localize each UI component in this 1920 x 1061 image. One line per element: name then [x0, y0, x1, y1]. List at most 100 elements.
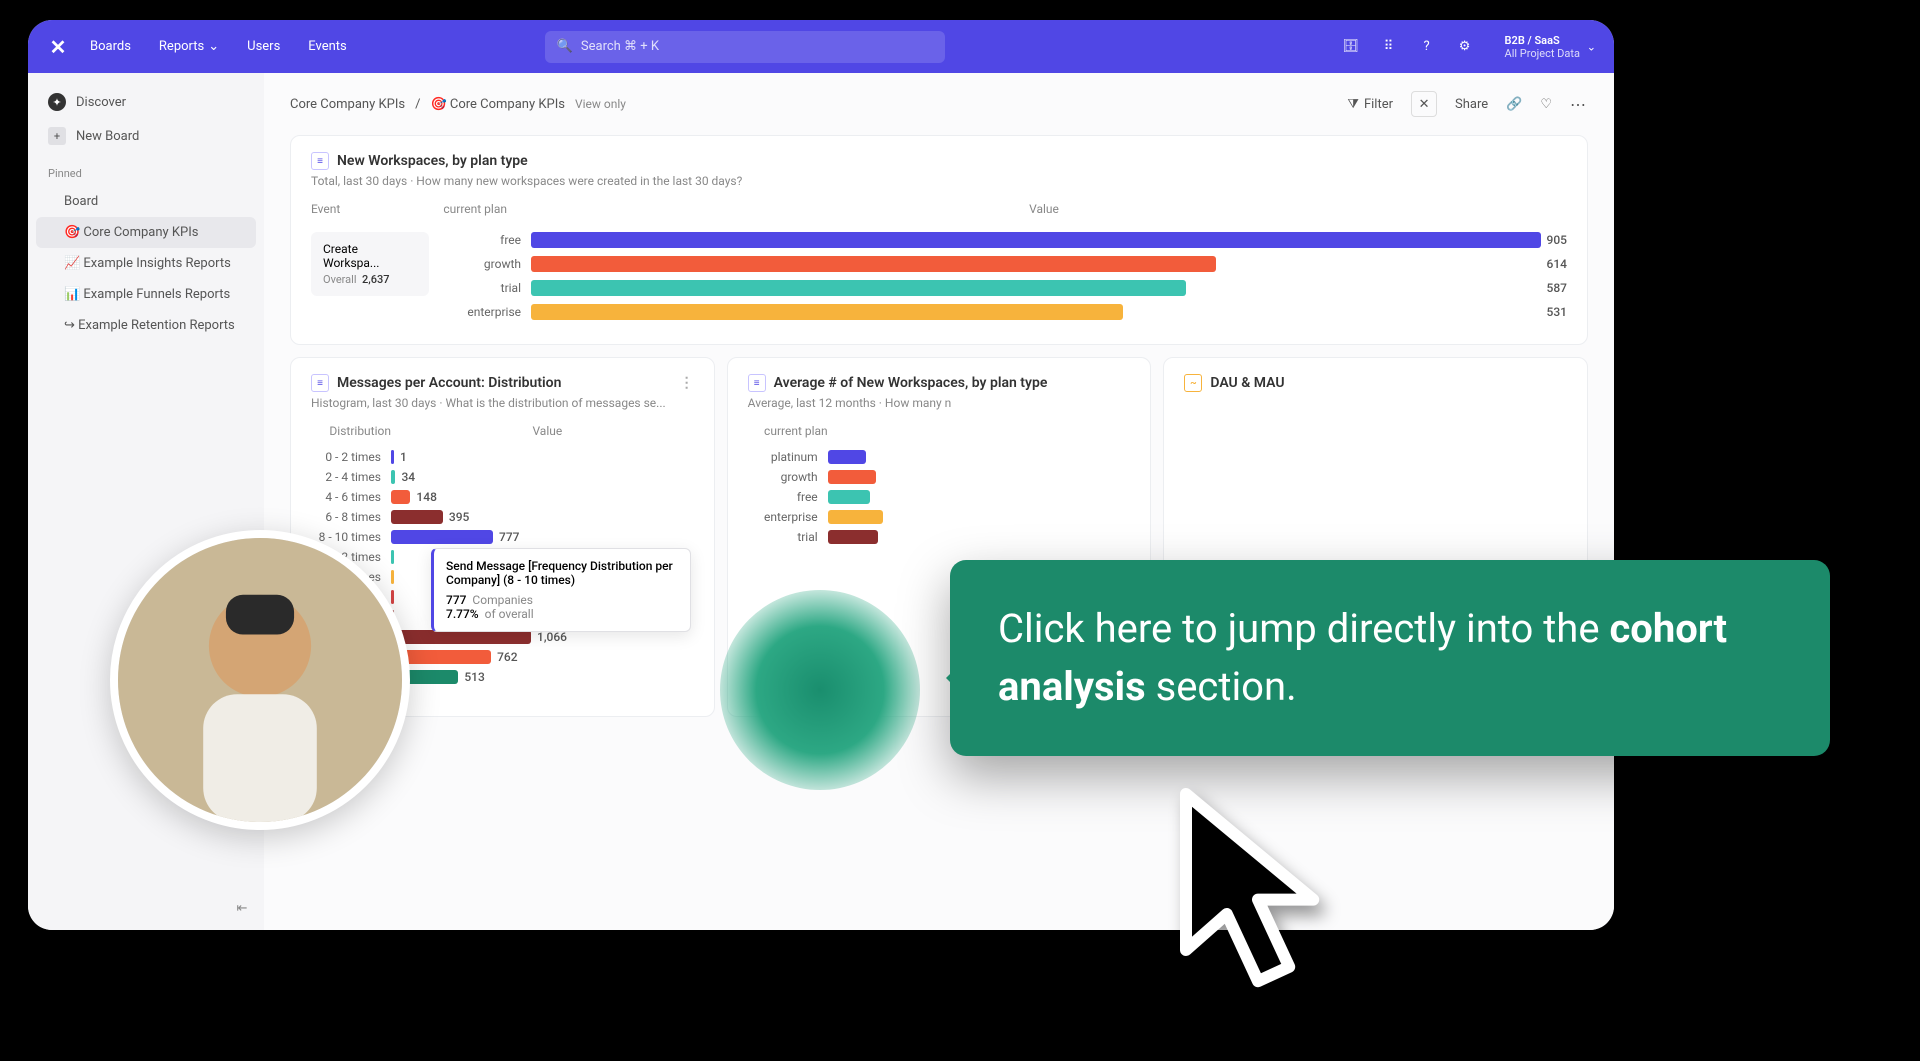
bar-label: platinum: [748, 450, 828, 464]
gear-icon[interactable]: ⚙: [1455, 37, 1475, 57]
bar-fill[interactable]: [391, 550, 394, 564]
bar-fill[interactable]: [391, 570, 394, 584]
sidebar-board[interactable]: Board: [36, 186, 256, 217]
bar-label: growth: [748, 470, 828, 484]
card1-bars: free905growth614trial587enterprise531: [441, 232, 1567, 328]
nav-boards[interactable]: Boards: [90, 39, 131, 54]
sidebar-insights[interactable]: 📈 Example Insights Reports: [36, 248, 256, 279]
chart-icon: ~: [1184, 374, 1202, 392]
bar-label: 8 - 10 times: [311, 530, 391, 544]
bar-value: 1,066: [537, 630, 567, 644]
bar-label: 0 - 2 times: [311, 450, 391, 464]
sidebar-newboard-label: New Board: [76, 129, 139, 144]
bar-label: trial: [441, 281, 531, 295]
link-icon[interactable]: 🔗: [1506, 97, 1522, 112]
bar-fill[interactable]: [391, 630, 531, 644]
share-button[interactable]: Share: [1455, 97, 1488, 112]
tooltip-v1: 777: [446, 593, 466, 607]
expand-button[interactable]: ✕: [1411, 91, 1437, 117]
bar-value: 777: [499, 530, 519, 544]
bar-value: 762: [497, 650, 517, 664]
header-event: Event: [311, 202, 441, 216]
header-value2: Value: [401, 424, 694, 438]
toolbar: ⧩Filter ✕ Share 🔗 ♡ ⋯: [1347, 91, 1588, 117]
project-sub: All Project Data: [1505, 47, 1580, 60]
callout-tooltip[interactable]: Click here to jump directly into the coh…: [950, 560, 1830, 756]
bar-fill[interactable]: [531, 232, 1541, 248]
plus-icon: +: [48, 127, 66, 145]
card3-bars: platinumgrowthfreeenterprisetrial: [748, 450, 1131, 544]
help-icon[interactable]: ?: [1417, 37, 1437, 57]
apps-icon[interactable]: ⠿: [1379, 37, 1399, 57]
sidebar-discover-label: Discover: [76, 95, 126, 110]
nav-reports[interactable]: Reports ⌄: [159, 39, 219, 54]
card2-title: Messages per Account: Distribution: [337, 375, 561, 391]
bar-label: growth: [441, 257, 531, 271]
sidebar-core-kpi[interactable]: 🎯 Core Company KPIs: [36, 217, 256, 248]
search-input[interactable]: 🔍 Search ⌘ + K: [545, 31, 945, 63]
presenter-avatar: [110, 530, 410, 830]
nav-users[interactable]: Users: [247, 39, 280, 54]
sidebar-discover[interactable]: ✦ Discover: [36, 85, 256, 119]
event-box[interactable]: Create Workspa... Overall 2,637: [311, 232, 429, 296]
bar-fill[interactable]: [828, 510, 883, 524]
main: Core Company KPIs / 🎯 Core Company KPIs …: [264, 73, 1614, 930]
bar-fill[interactable]: [828, 450, 866, 464]
bar-value: 34: [401, 470, 415, 484]
event-name: Create Workspa...: [323, 242, 417, 270]
bar-label: 6 - 8 times: [311, 510, 391, 524]
filter-button[interactable]: ⧩Filter: [1347, 97, 1393, 112]
bar-value: 587: [1547, 281, 1567, 295]
bar-label: enterprise: [441, 305, 531, 319]
bar-fill[interactable]: [391, 590, 394, 604]
bar-label: free: [441, 233, 531, 247]
bar-fill[interactable]: [531, 280, 1186, 296]
compass-icon: ✦: [48, 93, 66, 111]
bar-fill[interactable]: [391, 450, 394, 464]
bar-value: 148: [416, 490, 436, 504]
card-menu-icon[interactable]: ⋮: [680, 375, 694, 391]
card1-title: New Workspaces, by plan type: [337, 153, 528, 169]
project-name: B2B / SaaS: [1505, 34, 1560, 47]
bar-value: 1: [400, 450, 407, 464]
search-icon: 🔍: [557, 39, 573, 54]
database-icon[interactable]: 🗄: [1341, 37, 1361, 57]
card3-sub: Average, last 12 months · How many n: [748, 396, 1131, 410]
bar-fill[interactable]: [391, 510, 443, 524]
bar-fill[interactable]: [828, 470, 876, 484]
play-orb[interactable]: [720, 590, 920, 790]
sidebar-funnels[interactable]: 📊 Example Funnels Reports: [36, 279, 256, 310]
collapse-sidebar-icon[interactable]: ⇤: [230, 896, 254, 920]
bar-fill[interactable]: [531, 256, 1216, 272]
bar-fill[interactable]: [828, 530, 878, 544]
bar-label: enterprise: [748, 510, 828, 524]
breadcrumb-root[interactable]: Core Company KPIs: [290, 97, 405, 112]
callout-pre: Click here to jump directly into the: [998, 605, 1609, 652]
sidebar-new-board[interactable]: + New Board: [36, 119, 256, 153]
top-icons: 🗄 ⠿ ? ⚙ B2B / SaaS All Project Data: [1341, 34, 1596, 60]
header-value: Value: [521, 202, 1567, 216]
bar-fill[interactable]: [391, 530, 493, 544]
chart-icon: ≡: [311, 374, 329, 392]
bar-fill[interactable]: [391, 470, 395, 484]
nav-events[interactable]: Events: [308, 39, 346, 54]
tooltip-v2l: of overall: [485, 607, 534, 621]
topbar: ✕ Boards Reports ⌄ Users Events 🔍 Search…: [28, 20, 1614, 73]
heart-icon[interactable]: ♡: [1540, 97, 1552, 112]
card1-headers: Event current plan Value: [311, 202, 1567, 222]
chart-icon: ≡: [311, 152, 329, 170]
search-placeholder: Search ⌘ + K: [581, 39, 659, 54]
logo-icon[interactable]: ✕: [46, 35, 70, 59]
bar-fill[interactable]: [828, 490, 870, 504]
project-selector[interactable]: B2B / SaaS All Project Data: [1505, 34, 1596, 60]
bar-fill[interactable]: [531, 304, 1123, 320]
bar-fill[interactable]: [391, 490, 410, 504]
view-only-badge: View only: [575, 97, 626, 111]
sidebar-retention[interactable]: ↪ Example Retention Reports: [36, 310, 256, 341]
bar-label: 4 - 6 times: [311, 490, 391, 504]
more-icon[interactable]: ⋯: [1570, 95, 1588, 114]
chart-icon: ≡: [748, 374, 766, 392]
bar-value: 513: [464, 670, 484, 684]
breadcrumb-current[interactable]: 🎯 Core Company KPIs: [430, 97, 565, 112]
card4-title: DAU & MAU: [1210, 375, 1284, 391]
